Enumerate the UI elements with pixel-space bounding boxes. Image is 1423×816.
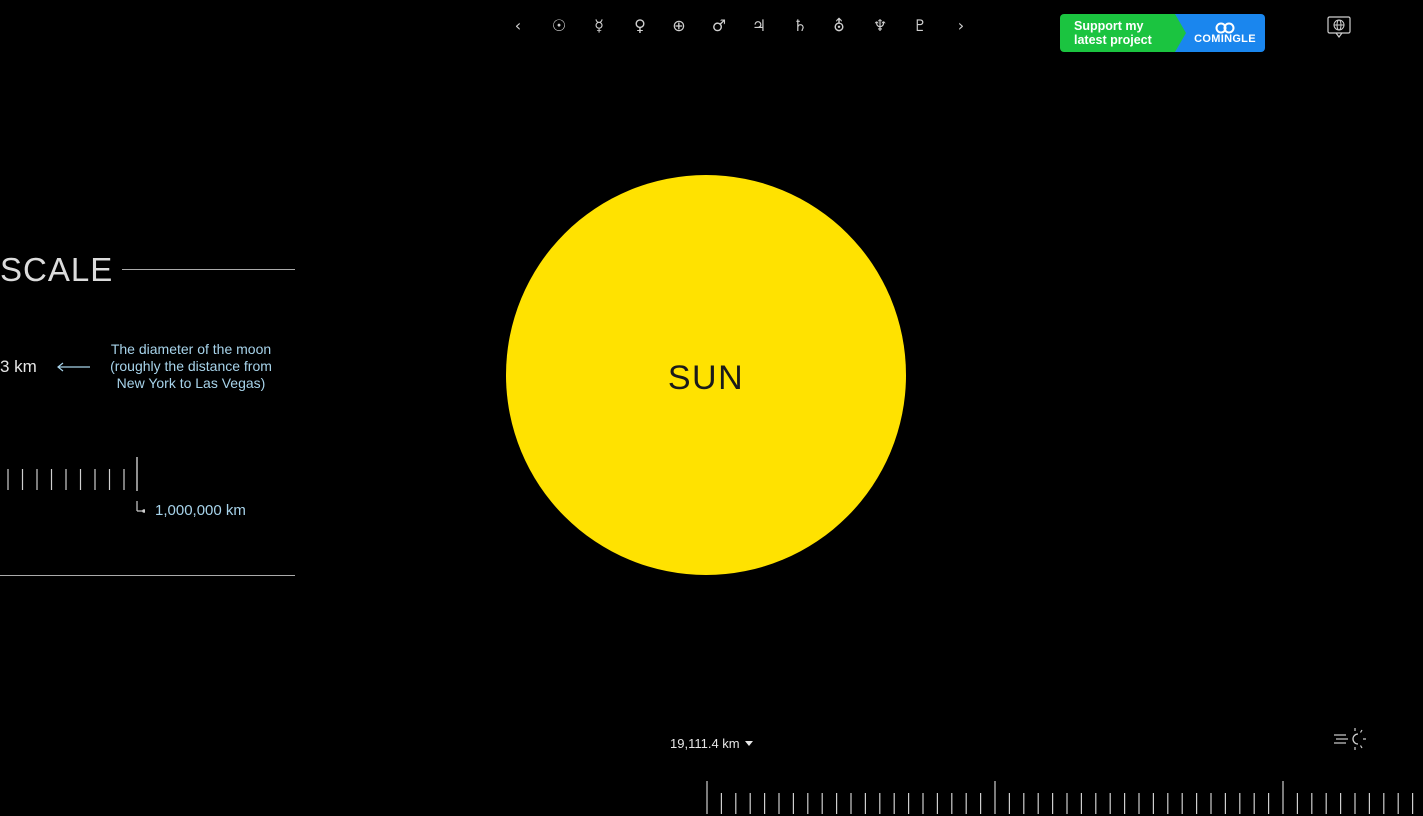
support-text: Support my latest project: [1060, 14, 1186, 52]
nav-jupiter-icon[interactable]: ♃: [746, 12, 772, 38]
nav-mars-icon[interactable]: ♂: [706, 12, 732, 38]
light-toggle-icon[interactable]: [1333, 727, 1369, 751]
scale-heading-rule: [122, 269, 295, 270]
comingle-logo: COMINGLE: [1175, 14, 1265, 52]
scale-heading: SCALE: [0, 251, 114, 288]
nav-pluto-icon[interactable]: ♇: [907, 12, 933, 38]
caret-down-icon: [744, 741, 753, 746]
viewport-width-dropdown[interactable]: 19,111.4 km: [670, 736, 753, 751]
nav-mercury-icon[interactable]: ☿: [586, 12, 612, 38]
nav-sun-icon[interactable]: ☉: [546, 12, 572, 38]
prev-arrow-icon[interactable]: ‹: [505, 12, 531, 38]
left-arrow-icon: [57, 362, 90, 372]
support-line-2: latest project: [1074, 33, 1152, 47]
bottom-distance-ruler: [706, 781, 1414, 814]
nav-earth-icon[interactable]: ⊕: [666, 12, 692, 38]
nav-venus-icon[interactable]: ♀: [627, 12, 653, 38]
support-project-banner[interactable]: Support my latest project COMINGLE: [1060, 14, 1265, 52]
moon-diameter-description: The diameter of the moon (roughly the di…: [110, 341, 272, 391]
sun-body[interactable]: SUN: [506, 175, 906, 575]
nav-neptune-icon[interactable]: ♆: [867, 12, 893, 38]
next-arrow-icon[interactable]: ›: [948, 12, 974, 38]
language-globe-icon[interactable]: [1326, 15, 1352, 39]
scale-ruler: [7, 457, 145, 513]
nav-saturn-icon[interactable]: ♄: [787, 12, 813, 38]
viewport-width-value: 19,111.4 km: [670, 736, 740, 751]
comingle-wordmark: COMINGLE: [1194, 32, 1256, 45]
support-line-1: Support my: [1074, 19, 1144, 33]
moon-diameter-value: 3 km: [0, 357, 37, 376]
ruler-scale-label: 1,000,000 km: [155, 502, 246, 519]
body-label: SUN: [667, 359, 745, 397]
nav-uranus-icon[interactable]: ⛢: [826, 12, 852, 38]
scale-bottom-rule: [0, 575, 295, 576]
